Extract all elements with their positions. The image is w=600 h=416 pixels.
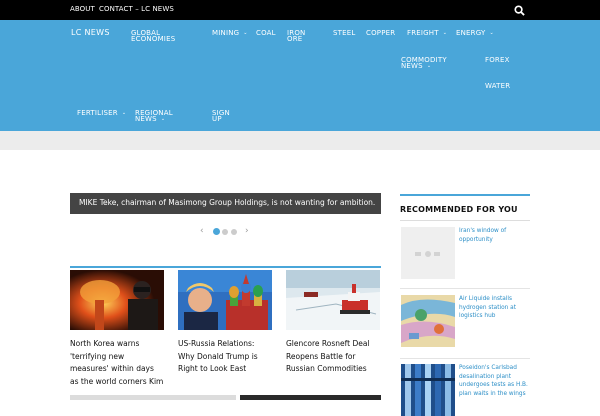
recommended-divider <box>400 220 530 221</box>
article-title[interactable]: Glencore Rosneft Deal Reopens Battle for… <box>286 338 380 376</box>
recommended-accent-line <box>400 194 530 196</box>
next-row-strip <box>70 395 236 400</box>
nav-item-global-economies[interactable]: GLOBAL ECONOMIES <box>131 30 181 43</box>
nav-item-freight[interactable]: FREIGHT ⌄ <box>407 30 448 37</box>
article-card[interactable]: North Korea warns 'terrifying new measur… <box>70 270 164 388</box>
recommended-heading: RECOMMENDED FOR YOU <box>400 205 518 214</box>
recommended-thumbnail[interactable] <box>401 295 455 347</box>
nav-item-copper[interactable]: COPPER <box>366 30 395 37</box>
contact-link[interactable]: CONTACT – LC NEWS <box>99 5 174 13</box>
about-link[interactable]: ABOUT <box>70 5 95 13</box>
nav-item-fertiliser[interactable]: FERTILISER ⌄ <box>77 110 127 117</box>
article-thumbnail[interactable] <box>286 270 380 330</box>
nav-item-commodity-news[interactable]: COMMODITY NEWS ⌄ <box>401 57 461 70</box>
chevron-down-icon: ⌄ <box>442 30 448 36</box>
article-title[interactable]: North Korea warns 'terrifying new measur… <box>70 338 164 388</box>
nav-item-mining[interactable]: MINING ⌄ <box>212 30 248 37</box>
nav-item-forex[interactable]: FOREX <box>485 57 510 64</box>
nav-item-coal[interactable]: COAL <box>256 30 276 37</box>
article-card[interactable]: Glencore Rosneft Deal Reopens Battle for… <box>286 270 380 376</box>
chevron-down-icon: ⌄ <box>160 116 166 122</box>
slider-next-icon[interactable]: › <box>245 226 249 236</box>
top-bar: ABOUT CONTACT – LC NEWS <box>0 0 600 20</box>
recommended-title[interactable]: Iran's window of opportunity <box>459 227 531 244</box>
next-row-strip-dark <box>240 395 381 400</box>
slider-caption[interactable]: MIKE Teke, chairman of Masimong Group Ho… <box>70 193 381 214</box>
cards-accent-line <box>70 266 381 268</box>
chevron-down-icon: ⌄ <box>426 63 432 69</box>
slider-dot-3[interactable] <box>231 229 237 235</box>
article-title[interactable]: US-Russia Relations: Why Donald Trump is… <box>178 338 272 376</box>
nav-item-steel[interactable]: STEEL <box>333 30 355 37</box>
article-thumbnail[interactable] <box>178 270 272 330</box>
main-navigation: LC NEWS GLOBAL ECONOMIES MINING ⌄ COAL IR… <box>0 20 600 131</box>
recommended-title[interactable]: Air Liquide installs hydrogen station at… <box>459 295 531 321</box>
site-logo[interactable]: LC NEWS <box>71 28 111 38</box>
slider-dot-1[interactable] <box>213 228 220 235</box>
chevron-down-icon: ⌄ <box>243 30 248 36</box>
recommended-separator <box>400 288 530 289</box>
slider-dot-2[interactable] <box>222 229 228 235</box>
image-placeholder-icon[interactable] <box>401 227 455 279</box>
slider-prev-icon[interactable]: ‹ <box>200 226 204 236</box>
recommended-separator <box>400 358 530 359</box>
recommended-title[interactable]: Poseidon's Carlsbad desalination plant u… <box>459 364 531 398</box>
nav-item-iron-ore[interactable]: IRON ORE <box>287 30 307 43</box>
grey-band <box>0 131 600 150</box>
article-thumbnail[interactable] <box>70 270 164 330</box>
article-card[interactable]: US-Russia Relations: Why Donald Trump is… <box>178 270 272 376</box>
chevron-down-icon: ⌄ <box>489 30 494 36</box>
nav-item-regional-news[interactable]: REGIONAL NEWS ⌄ <box>135 110 185 123</box>
nav-item-sign-up[interactable]: SIGN UP <box>212 110 234 123</box>
nav-item-water[interactable]: WATER <box>485 83 510 90</box>
nav-item-energy[interactable]: ENERGY ⌄ <box>456 30 494 37</box>
search-icon[interactable] <box>514 5 525 16</box>
recommended-thumbnail[interactable] <box>401 364 455 416</box>
chevron-down-icon: ⌄ <box>121 110 127 116</box>
